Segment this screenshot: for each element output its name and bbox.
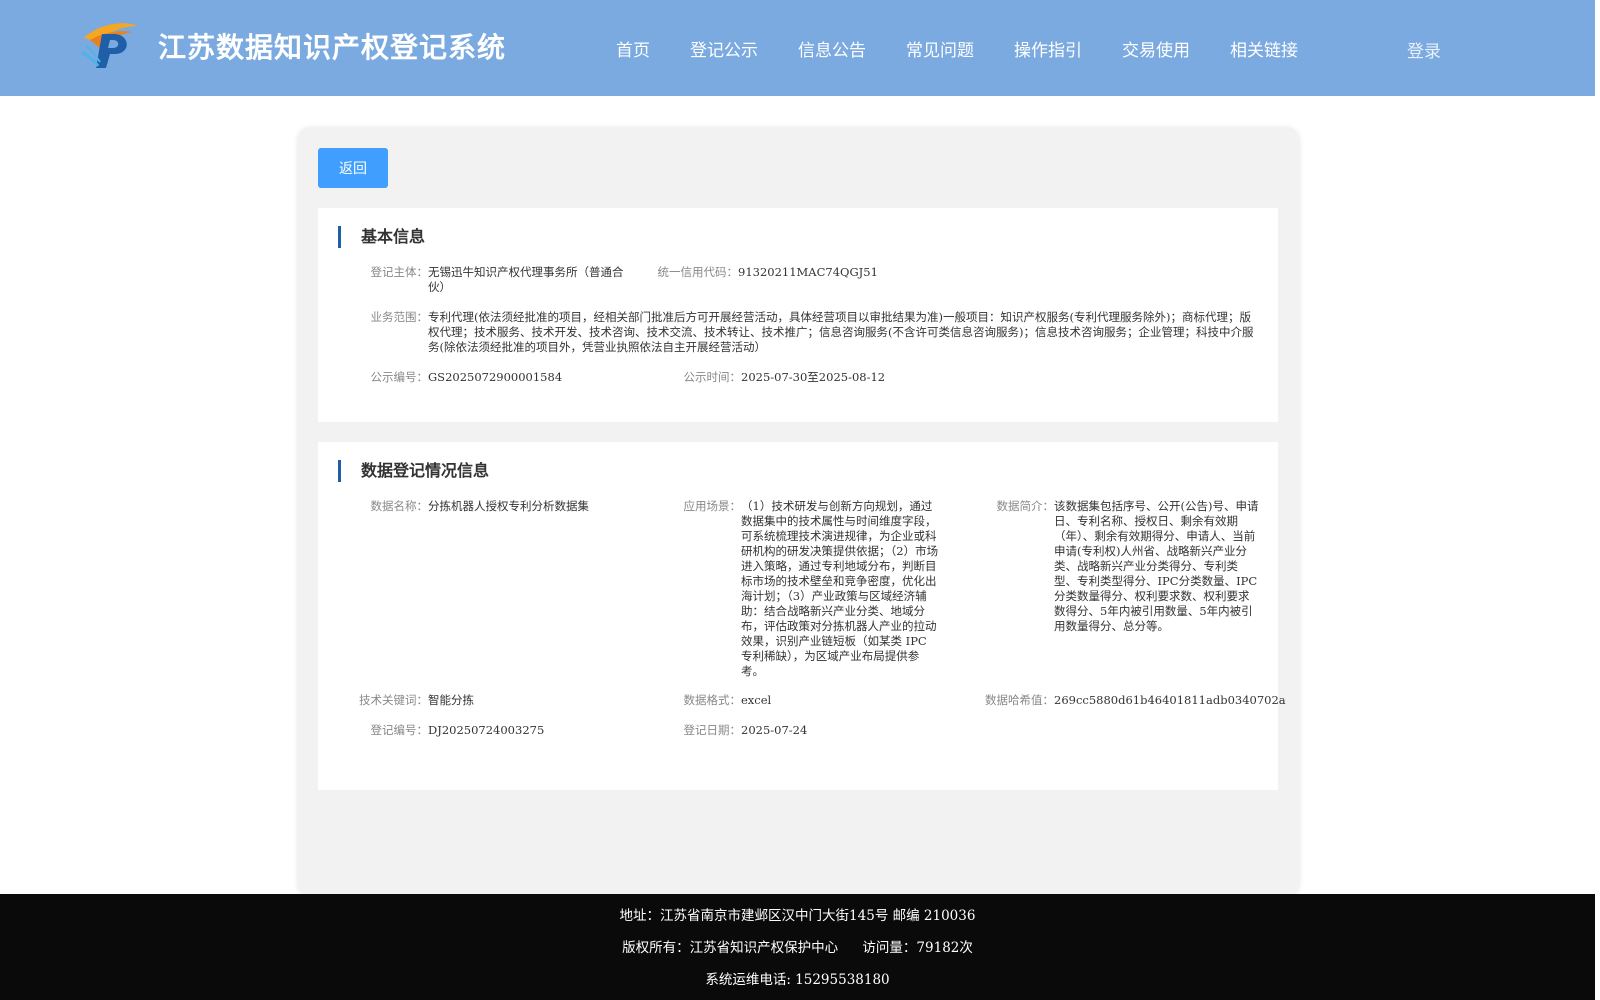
field-label: 数据格式：	[683, 693, 742, 707]
field-tech-keyword: 技术关键词： 智能分拣	[338, 693, 628, 708]
field-value: （1）技术研发与创新方向规划，通过数据集中的技术属性与时间维度字段，可系统梳理技…	[741, 499, 939, 678]
basic-info-card: 基本信息 登记主体： 无锡迅牛知识产权代理事务所（普通合伙） 统一信用代码： 9…	[318, 208, 1278, 422]
back-button[interactable]: 返回	[318, 148, 388, 188]
field-label: 登记编号：	[370, 723, 429, 737]
field-registration-date: 登记日期： 2025-07-24	[661, 723, 941, 738]
field-label: 统一信用代码：	[657, 265, 739, 279]
field-publication-no: 公示编号： GS2025072900001584	[348, 370, 648, 385]
field-value: 专利代理(依法须经批准的项目，经相关部门批准后方可开展经营活动，具体经营项目以审…	[428, 310, 1254, 354]
field-value: 91320211MAC74QGJ51	[738, 265, 878, 279]
site-header: 江苏数据知识产权登记系统 首页 登记公示 信息公告 常见问题 操作指引 交易使用…	[0, 0, 1595, 96]
nav-trade-use[interactable]: 交易使用	[1122, 36, 1190, 61]
field-label: 数据哈希值：	[985, 693, 1054, 707]
nav-home[interactable]: 首页	[616, 36, 650, 61]
section-title-basic: 基本信息	[338, 226, 425, 248]
field-data-name: 数据名称： 分拣机器人授权专利分析数据集	[348, 499, 648, 514]
detail-container: 返回 基本信息 登记主体： 无锡迅牛知识产权代理事务所（普通合伙） 统一信用代码…	[297, 127, 1300, 897]
field-value: GS2025072900001584	[428, 370, 563, 384]
field-label: 登记主体：	[370, 265, 429, 279]
footer-visits: 访问量：79182次	[862, 940, 973, 956]
field-value: 269cc5880d61b46401811adb0340702a	[1054, 693, 1286, 707]
field-label: 数据名称：	[370, 499, 429, 513]
login-link[interactable]: 登录	[1407, 37, 1441, 62]
field-label: 公示时间：	[683, 370, 742, 384]
field-data-format: 数据格式： excel	[661, 693, 941, 708]
site-title: 江苏数据知识产权登记系统	[158, 31, 507, 64]
nav-info-announcement[interactable]: 信息公告	[798, 36, 866, 61]
field-label: 公示编号：	[370, 370, 429, 384]
field-application-scenario: 应用场景： （1）技术研发与创新方向规划，通过数据集中的技术属性与时间维度字段，…	[661, 499, 941, 679]
field-label: 登记日期：	[683, 723, 742, 737]
nav-registration-notice[interactable]: 登记公示	[690, 36, 758, 61]
field-data-introduction: 数据简介： 该数据集包括序号、公开(公告)号、申请日、专利名称、授权日、剩余有效…	[974, 499, 1260, 634]
logo-icon	[81, 23, 138, 68]
field-subject: 登记主体： 无锡迅牛知识产权代理事务所（普通合伙）	[348, 265, 628, 295]
field-credit-code: 统一信用代码： 91320211MAC74QGJ51	[651, 265, 958, 280]
field-value: 无锡迅牛知识产权代理事务所（普通合伙）	[428, 265, 624, 294]
field-value: 2025-07-24	[741, 723, 808, 737]
field-label: 数据简介：	[996, 499, 1055, 513]
field-registration-no: 登记编号： DJ20250724003275	[348, 723, 648, 738]
field-label: 技术关键词：	[359, 693, 428, 707]
field-value: 分拣机器人授权专利分析数据集	[428, 499, 589, 513]
field-business-scope: 业务范围： 专利代理(依法须经批准的项目，经相关部门批准后方可开展经营活动，具体…	[348, 310, 1258, 355]
field-value: 该数据集包括序号、公开(公告)号、申请日、专利名称、授权日、剩余有效期（年）、剩…	[1054, 499, 1259, 633]
footer-address: 地址：江苏省南京市建邺区汉中门大街145号 邮编 210036	[619, 908, 976, 924]
footer-support-phone: 系统运维电话: 15295538180	[705, 972, 890, 988]
field-label: 业务范围：	[370, 310, 429, 324]
nav-guide[interactable]: 操作指引	[1014, 36, 1082, 61]
footer-copyright-line: 版权所有：江苏省知识产权保护中心 访问量：79182次	[0, 936, 1595, 956]
field-value: excel	[741, 693, 772, 707]
nav-faq[interactable]: 常见问题	[906, 36, 974, 61]
field-value: DJ20250724003275	[428, 723, 545, 737]
field-value: 智能分拣	[428, 693, 474, 707]
main-nav: 首页 登记公示 信息公告 常见问题 操作指引 交易使用 相关链接	[616, 36, 1338, 61]
data-registration-card: 数据登记情况信息 数据名称： 分拣机器人授权专利分析数据集 应用场景： （1）技…	[318, 442, 1286, 790]
field-value: 2025-07-30至2025-08-12	[741, 370, 886, 384]
field-label: 应用场景：	[683, 499, 742, 513]
footer-copyright: 版权所有：江苏省知识产权保护中心	[622, 940, 839, 956]
site-footer: 地址：江苏省南京市建邺区汉中门大街145号 邮编 210036 版权所有：江苏省…	[0, 894, 1595, 1000]
field-data-hash: 数据哈希值： 269cc5880d61b46401811adb0340702a	[954, 693, 1286, 708]
section-title-data-registration: 数据登记情况信息	[338, 460, 489, 482]
nav-related-links[interactable]: 相关链接	[1230, 36, 1298, 61]
field-publication-time: 公示时间： 2025-07-30至2025-08-12	[661, 370, 961, 385]
